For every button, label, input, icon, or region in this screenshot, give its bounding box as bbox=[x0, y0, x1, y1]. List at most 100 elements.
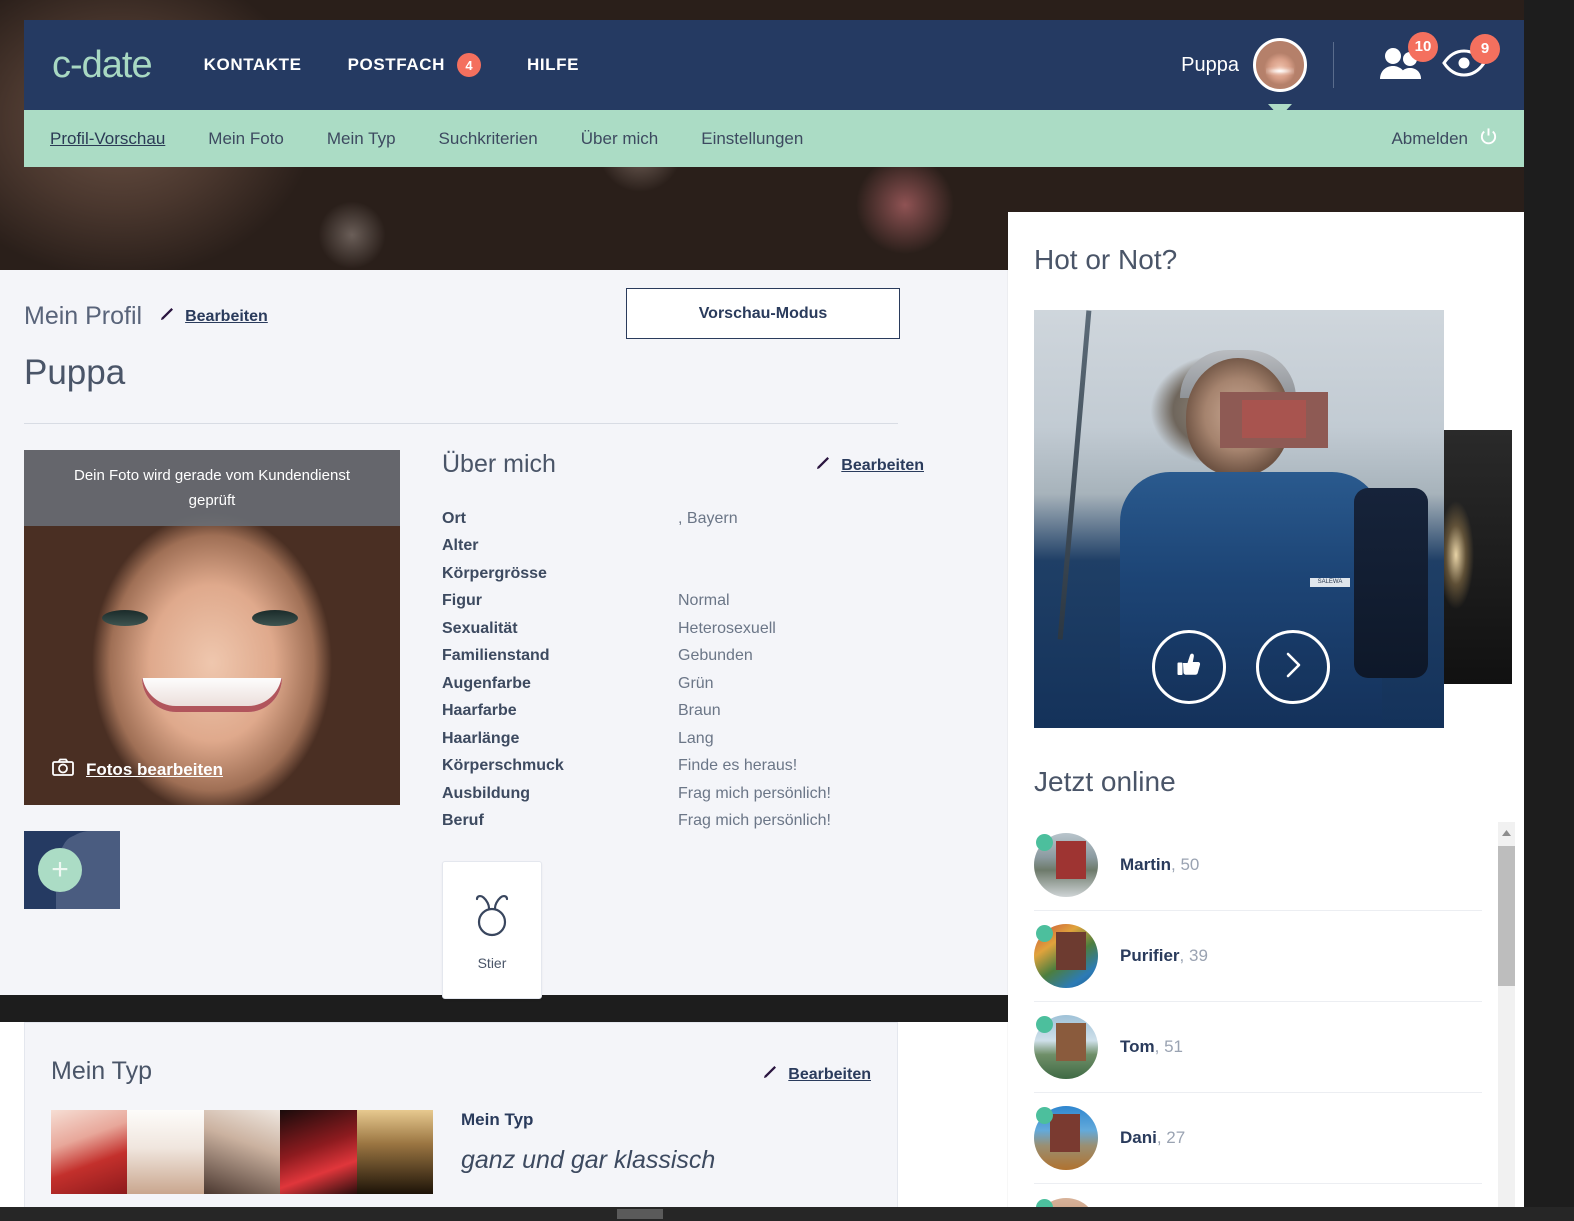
subnav-item-mein-foto[interactable]: Mein Foto bbox=[208, 129, 284, 149]
field-label: Haarfarbe bbox=[442, 702, 678, 720]
field-value: Frag mich persönlich! bbox=[678, 785, 831, 803]
edit-label[interactable]: Bearbeiten bbox=[841, 457, 924, 475]
postfach-badge: 4 bbox=[457, 53, 481, 77]
user-age-separator: , bbox=[1155, 1037, 1164, 1056]
online-status-dot bbox=[1036, 925, 1053, 942]
avatar-wrapper bbox=[1034, 1106, 1098, 1170]
like-button[interactable] bbox=[1152, 630, 1226, 704]
nav-item-postfach[interactable]: POSTFACH 4 bbox=[348, 53, 481, 77]
field-value: , Bayern bbox=[678, 510, 738, 528]
nav-label: POSTFACH bbox=[348, 55, 445, 75]
field-value: Heterosexuell bbox=[678, 620, 776, 638]
about-field-row: Sexualität Heterosexuell bbox=[442, 615, 924, 643]
pencil-icon bbox=[158, 305, 176, 328]
user-age: 39 bbox=[1189, 946, 1208, 965]
photo-detail bbox=[142, 678, 282, 712]
list-item[interactable]: Dani, 27 bbox=[1034, 1093, 1482, 1184]
contacts-count-badge: 10 bbox=[1408, 32, 1438, 62]
nav-label: HILFE bbox=[527, 55, 579, 75]
field-label: Sexualität bbox=[442, 620, 678, 638]
about-field-row: Augenfarbe Grün bbox=[442, 670, 924, 698]
field-label: Alter bbox=[442, 537, 678, 555]
brand-label: SALEWA bbox=[1310, 578, 1350, 587]
zodiac-label: Stier bbox=[478, 955, 507, 971]
censor-bar bbox=[1056, 1023, 1086, 1061]
profile-edit-link[interactable]: Bearbeiten bbox=[158, 305, 268, 328]
field-label: Ausbildung bbox=[442, 785, 678, 803]
about-field-row: Haarfarbe Braun bbox=[442, 698, 924, 726]
divider bbox=[1333, 42, 1334, 88]
visitors-button[interactable]: 9 bbox=[1442, 48, 1486, 83]
nav-item-kontakte[interactable]: KONTAKTE bbox=[204, 55, 302, 75]
right-sidebar-panel: Hot or Not? SALEWA bbox=[1008, 212, 1524, 1221]
online-status-dot bbox=[1036, 1107, 1053, 1124]
list-item[interactable]: Martin, 50 bbox=[1034, 820, 1482, 911]
edit-photos-link[interactable]: Fotos bearbeiten bbox=[52, 758, 223, 781]
list-item-text: Martin, 50 bbox=[1120, 855, 1199, 875]
horizontal-scrollbar-thumb[interactable] bbox=[617, 1209, 663, 1219]
user-age: 27 bbox=[1166, 1128, 1185, 1147]
online-status-dot bbox=[1036, 1016, 1053, 1033]
field-label: Figur bbox=[442, 592, 678, 610]
online-status-dot bbox=[1036, 834, 1053, 851]
subnav-item-ueber-mich[interactable]: Über mich bbox=[581, 129, 658, 149]
jetzt-online-list: Martin, 50 Purifier, 39 bbox=[1034, 820, 1482, 1221]
logout-button[interactable]: Abmelden bbox=[1391, 127, 1498, 151]
pencil-icon bbox=[814, 454, 832, 477]
horizontal-scrollbar-track[interactable] bbox=[0, 1207, 1574, 1221]
field-value: Frag mich persönlich! bbox=[678, 812, 831, 830]
avatar[interactable] bbox=[1253, 38, 1307, 92]
field-value: Gebunden bbox=[678, 647, 753, 665]
list-item-text: Tom, 51 bbox=[1120, 1037, 1183, 1057]
user-age: 51 bbox=[1164, 1037, 1183, 1056]
subnav-links: Profil-Vorschau Mein Foto Mein Typ Suchk… bbox=[50, 129, 803, 149]
subnav-item-profil-vorschau[interactable]: Profil-Vorschau bbox=[50, 129, 165, 149]
hot-or-not-title: Hot or Not? bbox=[1034, 244, 1524, 276]
camera-icon bbox=[52, 758, 74, 781]
field-value: Grün bbox=[678, 675, 714, 693]
typ-thumb bbox=[204, 1110, 280, 1194]
about-edit-link[interactable]: Bearbeiten bbox=[814, 454, 924, 477]
secondary-navigation-bar: Profil-Vorschau Mein Foto Mein Typ Suchk… bbox=[24, 110, 1524, 167]
about-field-row: Alter bbox=[442, 533, 924, 561]
subnav-item-mein-typ[interactable]: Mein Typ bbox=[327, 129, 396, 149]
list-item[interactable]: Purifier, 39 bbox=[1034, 911, 1482, 1002]
user-name: Dani bbox=[1120, 1128, 1157, 1147]
edit-label[interactable]: Bearbeiten bbox=[185, 308, 268, 326]
preview-mode-button[interactable]: Vorschau-Modus bbox=[626, 288, 900, 339]
header-user-name: Puppa bbox=[1181, 54, 1239, 77]
photo-detail bbox=[102, 610, 148, 626]
profile-photo[interactable]: Dein Foto wird gerade vom Kundendienst g… bbox=[24, 450, 400, 805]
plus-icon: + bbox=[38, 848, 82, 892]
next-button[interactable] bbox=[1256, 630, 1330, 704]
user-name: Purifier bbox=[1120, 946, 1180, 965]
avatar-wrapper bbox=[1034, 833, 1098, 897]
add-photo-button[interactable]: + bbox=[24, 831, 120, 909]
online-list-scrollbar-thumb[interactable] bbox=[1498, 846, 1515, 986]
list-item[interactable]: Tom, 51 bbox=[1034, 1002, 1482, 1093]
censor-bar bbox=[1220, 392, 1328, 448]
typ-thumb bbox=[127, 1110, 203, 1194]
logout-label: Abmelden bbox=[1391, 129, 1468, 149]
about-fields-list: Ort , Bayern Alter Körpergrösse Figu bbox=[442, 505, 924, 835]
notice-line-2: geprüft bbox=[189, 488, 236, 514]
mein-typ-edit-link[interactable]: Bearbeiten bbox=[761, 1063, 871, 1086]
mein-typ-caption: Mein Typ ganz und gar klassisch bbox=[461, 1110, 715, 1175]
typ-thumb bbox=[357, 1110, 433, 1194]
site-logo[interactable]: c-date bbox=[52, 44, 152, 87]
contacts-button[interactable]: 10 bbox=[1378, 46, 1424, 85]
caption-title: Mein Typ bbox=[461, 1110, 715, 1130]
edit-label[interactable]: Bearbeiten bbox=[788, 1066, 871, 1084]
mein-typ-row: Mein Typ ganz und gar klassisch bbox=[51, 1110, 897, 1194]
field-value: Braun bbox=[678, 702, 721, 720]
user-age: 50 bbox=[1180, 855, 1199, 874]
subnav-item-einstellungen[interactable]: Einstellungen bbox=[701, 129, 803, 149]
subnav-item-suchkriterien[interactable]: Suchkriterien bbox=[439, 129, 538, 149]
about-me-section: Über mich Bearbeiten Ort , Bayern bbox=[442, 450, 924, 999]
mein-typ-image-strip[interactable] bbox=[51, 1110, 433, 1194]
avatar-wrapper bbox=[1034, 1015, 1098, 1079]
user-age-separator: , bbox=[1180, 946, 1189, 965]
header-avatar-wrapper[interactable] bbox=[1253, 38, 1307, 92]
scroll-up-arrow-icon[interactable] bbox=[1498, 824, 1515, 841]
nav-item-hilfe[interactable]: HILFE bbox=[527, 55, 579, 75]
